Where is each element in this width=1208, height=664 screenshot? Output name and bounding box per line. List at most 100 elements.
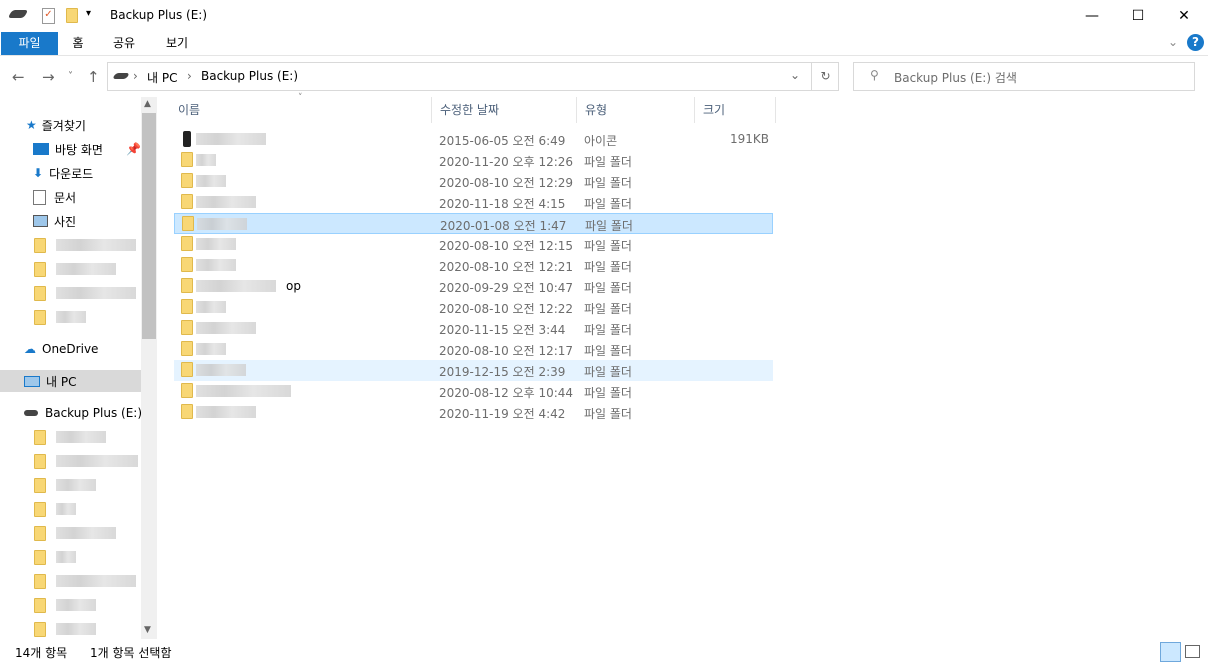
tab-view[interactable]: 보기 [155,32,199,55]
label: 문서 [54,190,77,205]
file-row[interactable]: 2020-01-08 오전 1:47 파일 폴더 [174,213,773,234]
file-type: 파일 폴더 [584,155,632,169]
file-row[interactable]: 2020-08-10 오전 12:17 파일 폴더 [174,339,773,360]
desktop-icon [33,143,49,155]
file-row[interactable]: 2020-08-10 오전 12:15 파일 폴더 [174,234,773,255]
column-headers: ˅ 이름 수정한 날짜 유형 크기 [170,93,780,123]
cloud-icon: ☁ [24,342,36,356]
file-date: 2020-11-19 오전 4:42 [439,407,566,421]
folder-icon [181,404,193,419]
file-row[interactable]: 2020-08-12 오후 10:44 파일 폴더 [174,381,773,402]
file-row[interactable]: 2019-12-15 오전 2:39 파일 폴더 [174,360,773,381]
file-row[interactable]: 2020-11-20 오후 12:26 파일 폴더 [174,150,773,171]
file-row[interactable]: 2020-11-15 오전 3:44 파일 폴더 [174,318,773,339]
folder-icon [181,383,193,398]
properties-icon[interactable]: ✓ [42,8,55,24]
file-row[interactable]: 2020-11-19 오전 4:42 파일 폴더 [174,402,773,423]
forward-button[interactable]: → [42,68,55,86]
file-date: 2020-11-20 오후 12:26 [439,155,574,169]
navigation-pane: ★ 즐겨찾기 바탕 화면 📌 ⬇ 다운로드 문서 사진 ☁ OneDrive 내 PC … [0,97,157,639]
file-type: 파일 폴더 [584,239,632,253]
item-count: 14개 항목 [15,646,68,660]
file-name-blurred [196,280,276,292]
chevron-down-icon[interactable]: ⌄ [790,68,800,82]
pin-icon[interactable]: 📌 [126,142,141,156]
star-icon: ★ [26,118,37,132]
file-date: 2020-11-15 오전 3:44 [439,323,566,337]
file-date: 2020-01-08 오전 1:47 [440,219,567,233]
label: Backup Plus (E:) [45,406,143,420]
drive-icon [112,73,130,79]
file-row[interactable]: 2020-11-18 오전 4:15 파일 폴더 [174,192,773,213]
file-row[interactable]: 2020-08-10 오전 12:21 파일 폴더 [174,255,773,276]
scrollbar-thumb[interactable] [142,113,156,339]
details-view-button[interactable] [1160,642,1181,662]
file-type: 파일 폴더 [584,365,632,379]
label: 사진 [54,214,77,229]
scroll-up-icon[interactable]: ▲ [144,99,151,109]
file-type: 파일 폴더 [584,260,632,274]
document-icon [33,189,46,205]
file-type: 파일 폴더 [584,281,632,295]
column-size[interactable]: 크기 [695,97,776,123]
file-date: 2020-08-10 오전 12:21 [439,260,574,274]
file-name-blurred [196,385,291,397]
drive-icon [183,131,191,147]
search-icon: ⚲ [870,68,879,82]
file-name-blurred [196,364,246,376]
expand-ribbon-icon[interactable]: ⌄ [1168,35,1178,49]
file-row[interactable]: 2020-08-10 오전 12:29 파일 폴더 [174,171,773,192]
file-name-blurred [196,133,266,145]
column-date[interactable]: 수정한 날짜 [432,97,577,123]
file-row[interactable]: op 2020-09-29 오전 10:47 파일 폴더 [174,276,773,297]
search-input[interactable]: ⚲ Backup Plus (E:) 검색 [853,62,1195,91]
column-name[interactable]: 이름 [170,97,432,123]
file-date: 2020-08-10 오전 12:15 [439,239,574,253]
download-icon: ⬇ [33,166,44,180]
search-placeholder: Backup Plus (E:) 검색 [894,71,1017,85]
label: 즐겨찾기 [41,118,86,133]
column-type[interactable]: 유형 [577,97,695,123]
status-bar: 14개 항목 1개 항목 선택함 [0,642,1208,664]
address-bar[interactable]: › 내 PC › Backup Plus (E:) ⌄ ↻ [107,62,839,91]
maximize-button[interactable]: ☐ [1115,0,1161,32]
new-folder-icon[interactable] [66,8,78,23]
tab-file[interactable]: 파일 [1,32,58,55]
tab-home[interactable]: 홈 [58,32,98,55]
file-row[interactable]: 2020-08-10 오전 12:22 파일 폴더 [174,297,773,318]
file-type: 파일 폴더 [584,176,632,190]
drive-icon [24,410,38,416]
large-icons-view-button[interactable] [1185,645,1200,658]
file-name-blurred [196,238,236,250]
file-date: 2020-08-12 오후 10:44 [439,386,574,400]
window-title: Backup Plus (E:) [110,8,208,22]
file-row[interactable]: 2015-06-05 오전 6:49 아이콘 191KB [174,129,773,150]
label: 다운로드 [49,166,94,181]
sidebar-item-this-pc[interactable]: 내 PC [0,370,141,392]
up-button[interactable]: ↑ [87,68,100,86]
file-date: 2020-08-10 오전 12:17 [439,344,574,358]
help-icon[interactable]: ? [1187,34,1204,51]
file-size: 191KB [729,132,769,146]
file-name-blurred [196,175,226,187]
refresh-button[interactable]: ↻ [811,63,839,90]
ribbon-tabs: 파일 홈 공유 보기 ⌄ ? [0,32,1208,56]
back-button[interactable]: ← [12,68,25,86]
scroll-down-icon[interactable]: ▼ [144,625,151,635]
tab-share[interactable]: 공유 [102,32,146,55]
file-date: 2020-08-10 오전 12:29 [439,176,574,190]
file-name-blurred [197,218,247,230]
file-name-blurred [196,343,226,355]
file-type: 파일 폴더 [584,344,632,358]
file-date: 2019-12-15 오전 2:39 [439,365,566,379]
folder-icon [181,341,193,356]
breadcrumb-this-pc[interactable]: 내 PC [147,69,177,86]
customize-toolbar-icon[interactable]: ▾ [86,8,91,19]
title-bar: ✓ ▾ Backup Plus (E:) — ☐ ✕ [0,0,1208,32]
recent-locations-button[interactable]: ˅ [68,71,73,82]
file-name-blurred [196,301,226,313]
minimize-button[interactable]: — [1069,0,1115,32]
file-name-blurred [196,322,256,334]
breadcrumb-drive[interactable]: Backup Plus (E:) [201,69,298,83]
close-button[interactable]: ✕ [1161,0,1207,32]
